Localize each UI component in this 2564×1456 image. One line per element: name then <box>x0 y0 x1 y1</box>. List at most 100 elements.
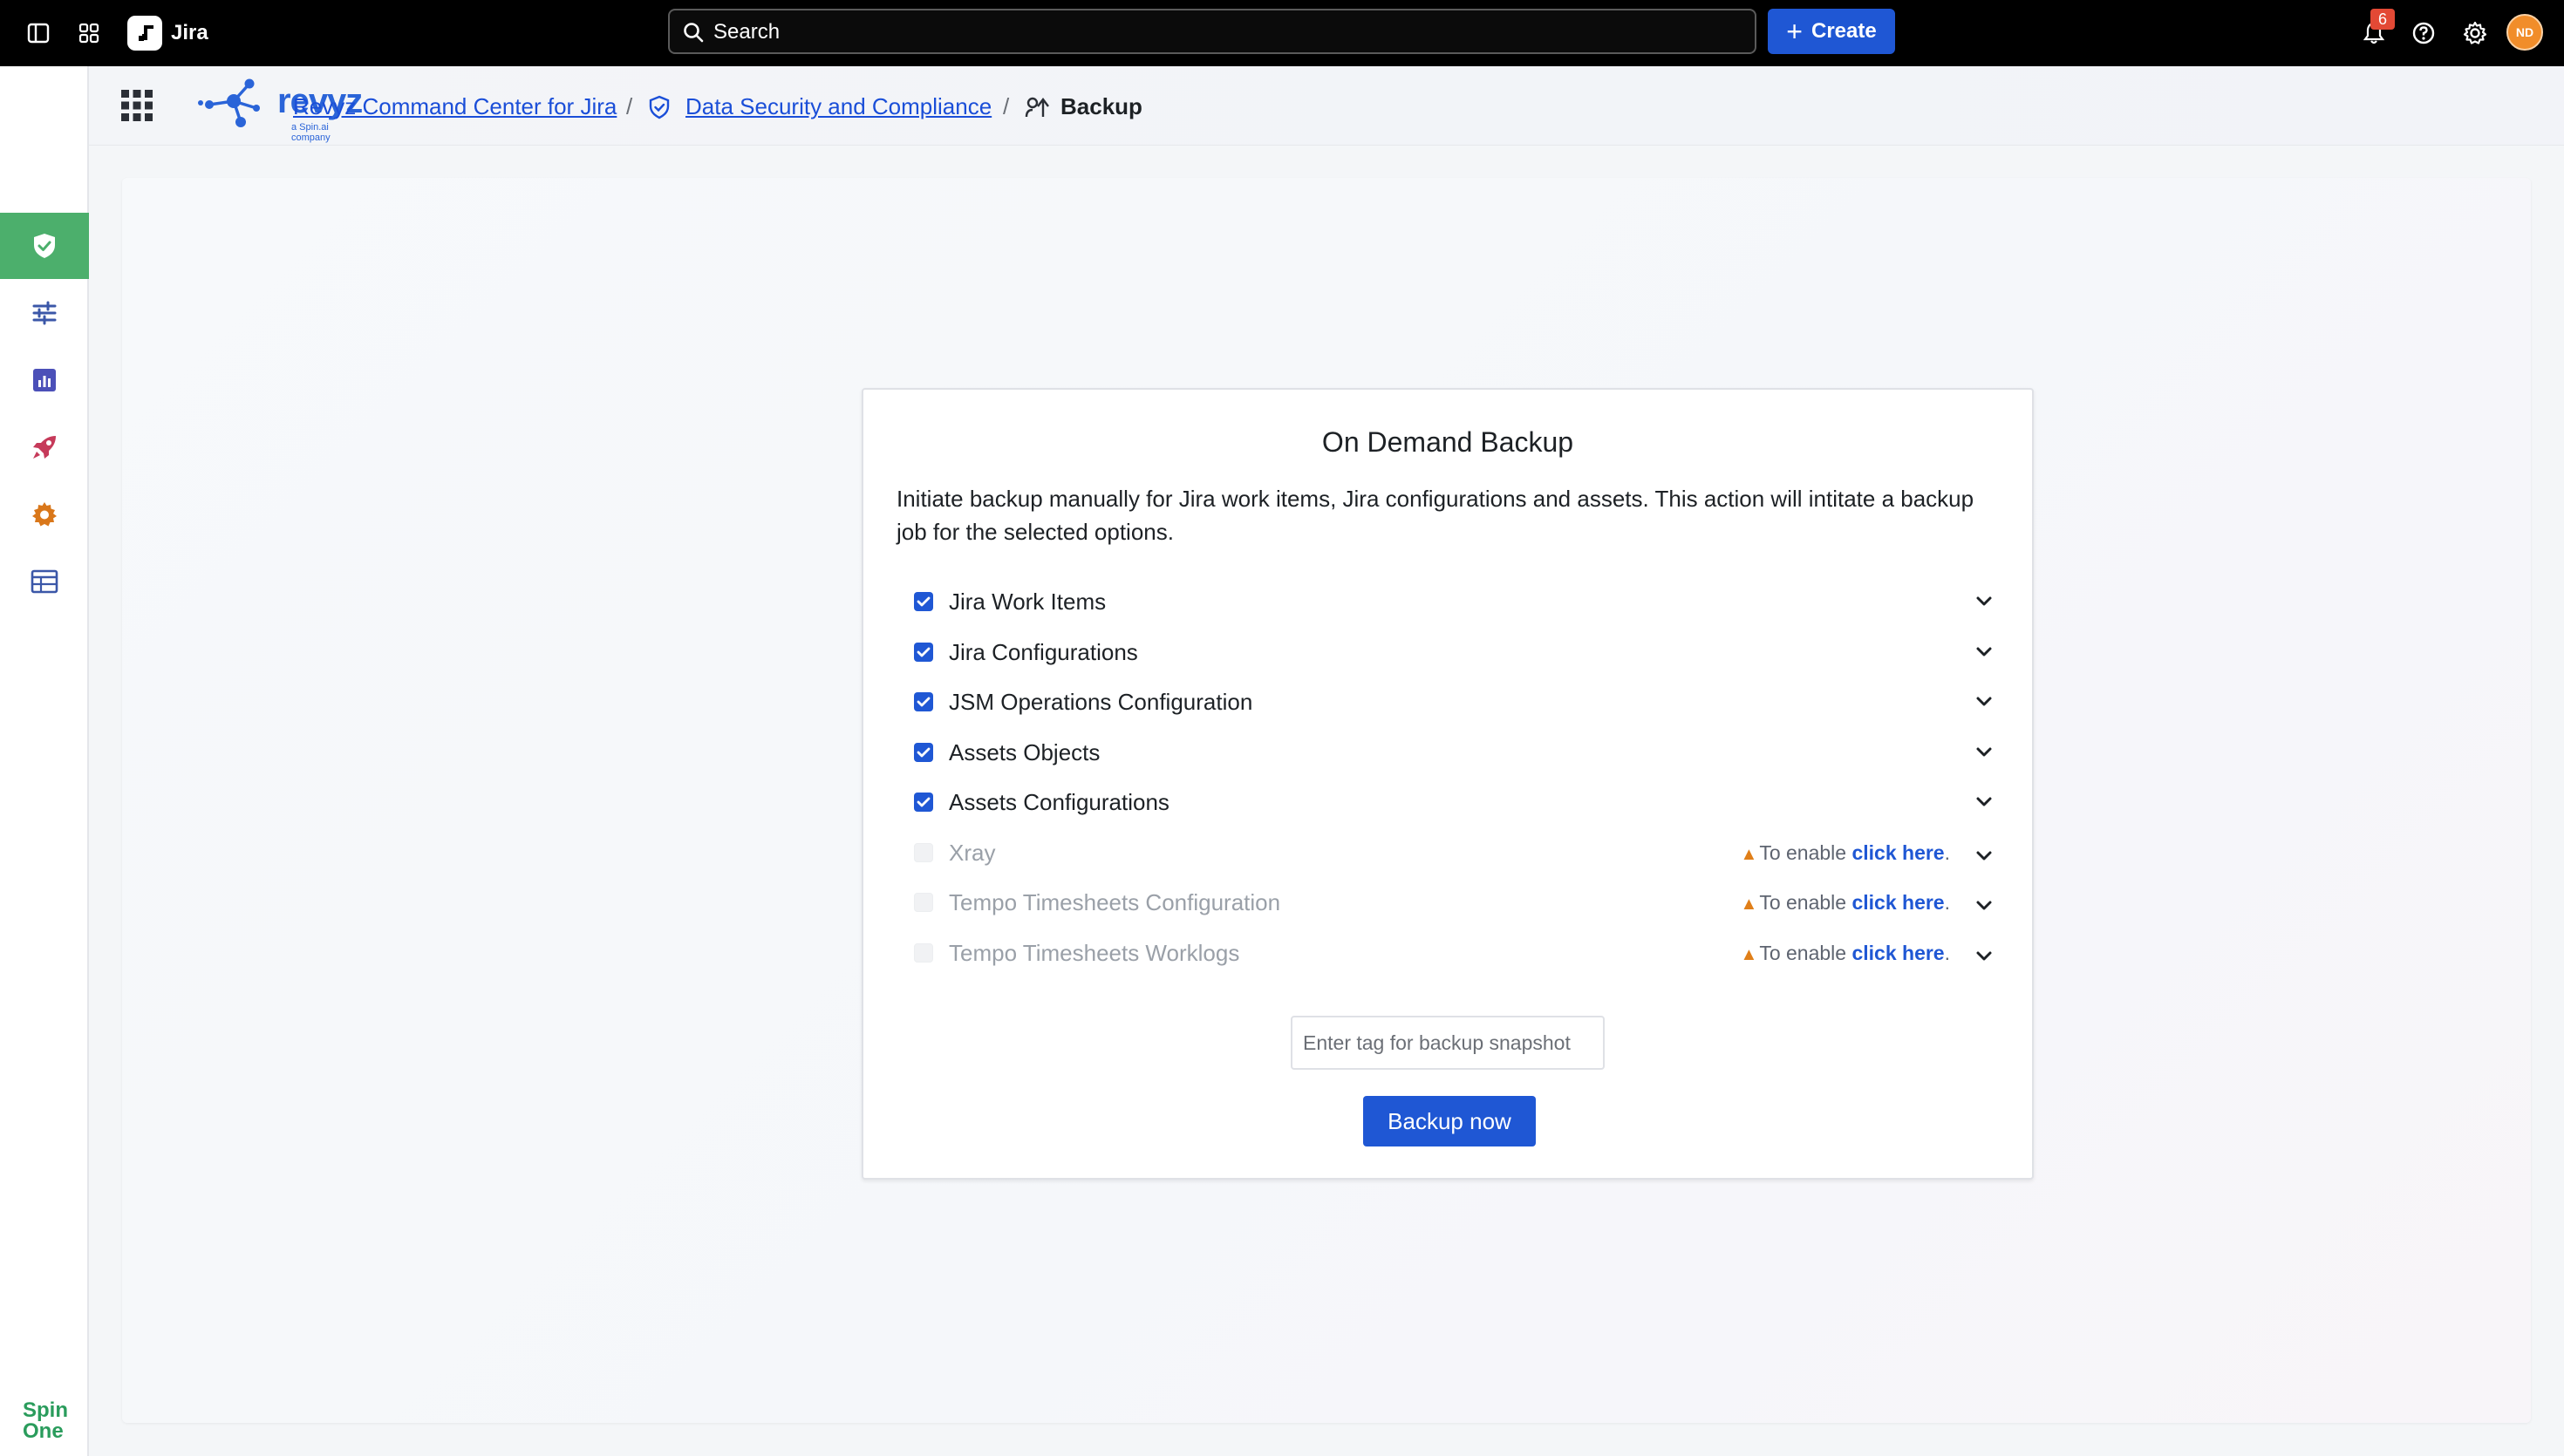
option-checkbox[interactable] <box>914 643 933 662</box>
shield-icon <box>34 234 55 258</box>
option-label: Jira Work Items <box>949 589 1107 615</box>
chevron-down-icon[interactable] <box>1973 945 1995 968</box>
option-checkbox[interactable] <box>914 743 933 762</box>
card-title: On Demand Backup <box>1321 426 1574 458</box>
top-navigation-bar: Jira Search + Create 6 ND <box>0 0 2564 66</box>
option-row-assets-configurations[interactable]: Assets Configurations <box>914 786 1995 820</box>
enable-suffix: . <box>1944 841 1950 864</box>
sidebar-item-settings[interactable] <box>0 481 89 548</box>
breadcrumb-section[interactable]: Data Security and Compliance <box>685 92 992 120</box>
on-demand-backup-card: On Demand Backup Initiate backup manuall… <box>862 388 2034 1180</box>
breadcrumb-separator: / <box>1003 93 1010 119</box>
create-button-label: Create <box>1810 19 1877 43</box>
app-switcher-icon[interactable] <box>75 19 103 47</box>
option-checkbox[interactable] <box>914 793 933 812</box>
spinone-logo: Spin One <box>23 1398 68 1443</box>
breadcrumb-separator: / <box>626 93 633 119</box>
table-icon <box>31 569 58 594</box>
option-row-tempo-configuration: Tempo Timesheets Configuration ▲To enabl… <box>914 886 1995 921</box>
enable-note: ▲To enable click here. <box>1741 940 1950 968</box>
revyz-logo-subtext: a Spin.ai company <box>291 122 331 143</box>
option-row-assets-objects[interactable]: Assets Objects <box>914 736 1995 771</box>
warning-icon: ▲ <box>1740 945 1758 964</box>
option-checkbox[interactable] <box>914 692 933 711</box>
user-avatar[interactable]: ND <box>2506 14 2543 51</box>
enable-note: ▲To enable click here. <box>1741 840 1950 867</box>
sidebar-toggle-icon[interactable] <box>24 19 52 47</box>
chevron-down-icon[interactable] <box>1973 791 1995 813</box>
sliders-icon <box>32 301 57 325</box>
settings-gear-icon[interactable] <box>2461 19 2489 47</box>
warning-icon: ▲ <box>1740 895 1758 914</box>
enable-prefix: To enable <box>1759 891 1852 914</box>
option-row-jira-work-items[interactable]: Jira Work Items <box>914 585 1995 620</box>
shield-outline-icon <box>647 94 672 125</box>
enable-note: ▲To enable click here. <box>1741 889 1950 917</box>
enable-click-here-link[interactable]: click here <box>1851 891 1944 914</box>
check-icon <box>917 596 931 607</box>
enable-suffix: . <box>1944 942 1950 964</box>
check-icon <box>917 697 931 707</box>
check-icon <box>917 797 931 807</box>
option-label: Jira Configurations <box>949 639 1138 665</box>
option-row-tempo-worklogs: Tempo Timesheets Worklogs ▲To enable cli… <box>914 936 1995 971</box>
breadcrumb-current: Backup <box>1060 93 1142 119</box>
report-icon <box>33 369 56 391</box>
sidebar-item-data-security[interactable] <box>0 213 89 279</box>
chevron-down-icon[interactable] <box>1973 590 1995 613</box>
sidebar-item-table[interactable] <box>0 548 89 615</box>
gear-icon <box>32 502 57 527</box>
option-label: Tempo Timesheets Configuration <box>949 889 1281 915</box>
chevron-down-icon[interactable] <box>1973 741 1995 764</box>
option-checkbox-disabled <box>914 843 933 862</box>
chevron-down-icon[interactable] <box>1973 641 1995 663</box>
sidebar-item-configurations[interactable] <box>0 280 89 346</box>
option-label: Xray <box>949 840 996 866</box>
enable-click-here-link[interactable]: click here <box>1851 942 1944 964</box>
enable-click-here-link[interactable]: click here <box>1851 841 1944 864</box>
chevron-down-icon[interactable] <box>1973 691 1995 713</box>
sidebar-item-reports[interactable] <box>0 347 89 413</box>
backup-tag-input[interactable] <box>1291 1016 1605 1070</box>
search-input[interactable]: Search <box>668 9 1756 54</box>
option-label: JSM Operations Configuration <box>949 689 1253 715</box>
option-row-xray: Xray ▲To enable click here. <box>914 836 1995 871</box>
check-icon <box>917 747 931 758</box>
jira-app-name[interactable]: Jira <box>171 19 208 47</box>
sidebar-item-getting-started[interactable] <box>0 414 89 480</box>
option-label: Assets Configurations <box>949 789 1169 815</box>
card-description: Initiate backup manually for Jira work i… <box>897 486 1974 545</box>
help-icon[interactable] <box>2410 19 2438 47</box>
breadcrumb-section-link[interactable]: Data Security and Compliance <box>685 93 992 119</box>
option-checkbox-disabled <box>914 893 933 912</box>
enable-prefix: To enable <box>1759 841 1852 864</box>
option-row-jsm-operations[interactable]: JSM Operations Configuration <box>914 685 1995 720</box>
warning-icon: ▲ <box>1740 845 1758 864</box>
option-checkbox[interactable] <box>914 592 933 611</box>
notification-count-badge: 6 <box>2370 9 2395 30</box>
option-checkbox-disabled <box>914 943 933 963</box>
main-content-panel: On Demand Backup Initiate backup manuall… <box>122 178 2531 1423</box>
option-row-jira-configurations[interactable]: Jira Configurations <box>914 636 1995 670</box>
grid-menu-icon[interactable] <box>89 66 185 145</box>
search-placeholder: Search <box>713 20 781 44</box>
chevron-down-icon[interactable] <box>1973 895 1995 917</box>
enable-suffix: . <box>1944 891 1950 914</box>
option-label: Tempo Timesheets Worklogs <box>949 940 1240 966</box>
breadcrumb-app[interactable]: Revyz Command Center for Jira <box>293 92 617 120</box>
check-icon <box>917 647 931 657</box>
backup-now-button[interactable]: Backup now <box>1363 1096 1536 1146</box>
app-sidebar: Spin One <box>0 66 89 1456</box>
jira-logo-icon[interactable] <box>127 16 162 51</box>
create-button[interactable]: + Create <box>1768 9 1895 54</box>
breadcrumb-app-link[interactable]: Revyz Command Center for Jira <box>293 93 617 119</box>
backup-icon <box>1024 94 1050 125</box>
search-icon <box>684 23 704 43</box>
plus-icon: + <box>1786 16 1803 47</box>
chevron-down-icon[interactable] <box>1973 845 1995 867</box>
option-label: Assets Objects <box>949 739 1101 765</box>
app-header: revyz a Spin.ai company Revyz Command Ce… <box>89 66 2564 146</box>
revyz-network-icon <box>198 78 260 127</box>
rocket-icon <box>33 436 56 459</box>
enable-prefix: To enable <box>1759 942 1852 964</box>
